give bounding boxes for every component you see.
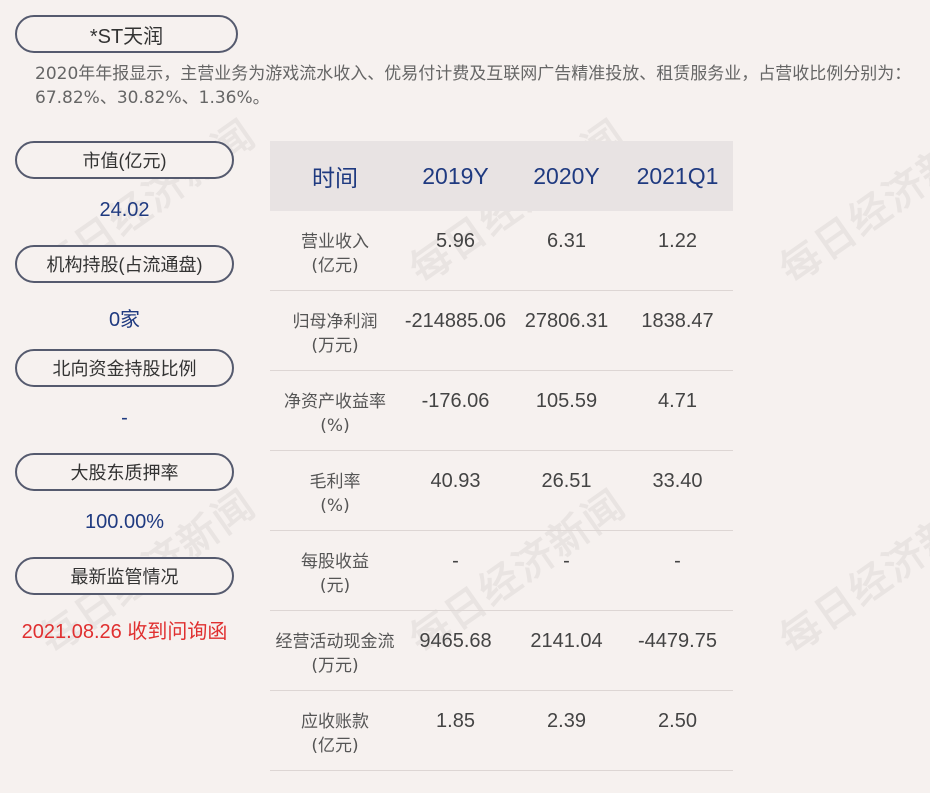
header-2019y: 2019Y xyxy=(422,162,489,189)
pledge-ratio-value: 100.00% xyxy=(85,511,164,533)
table-cell: 105.59 xyxy=(535,390,598,412)
row-metric-unit: (亿元) xyxy=(311,736,359,756)
table-cell: - xyxy=(674,550,681,572)
pledge-ratio-label: 大股东质押率 xyxy=(15,453,234,491)
row-label: 毛利率 (%) xyxy=(270,451,400,518)
regulatory-status-label: 最新监管情况 xyxy=(15,557,234,595)
row-metric-unit: (万元) xyxy=(311,336,359,356)
watermark: 每日经济新闻 xyxy=(771,481,930,664)
financial-table: 时间 2019Y 2020Y 2021Q1 营业收入 (亿元) 5.96 6.31 1.… xyxy=(270,141,733,771)
row-metric-name: 经营活动现金流 xyxy=(275,632,395,652)
table-cell: 5.96 xyxy=(436,230,475,252)
regulatory-status-value: 2021.08.26 收到问询函 xyxy=(21,621,228,643)
northbound-holding-label: 北向资金持股比例 xyxy=(15,349,234,387)
table-cell: - xyxy=(563,550,570,572)
row-metric-name: 毛利率 xyxy=(309,472,361,492)
table-cell: 1838.47 xyxy=(641,310,714,332)
stock-name-title: *ST天润 xyxy=(15,15,238,53)
row-metric-name: 归母净利润 xyxy=(292,312,378,332)
table-row: 归母净利润 (万元) -214885.06 27806.31 1838.47 xyxy=(270,291,733,371)
table-cell: 1.85 xyxy=(436,710,475,732)
row-label: 经营活动现金流 (万元) xyxy=(270,611,400,678)
table-cell: -176.06 xyxy=(421,390,490,412)
institutional-holding-value: 0家 xyxy=(108,309,141,331)
market-cap-value: 24.02 xyxy=(99,199,150,221)
row-metric-name: 每股收益 xyxy=(301,552,369,572)
table-row: 毛利率 (%) 40.93 26.51 33.40 xyxy=(270,451,733,531)
header-2020y: 2020Y xyxy=(533,162,600,189)
header-time: 时间 xyxy=(312,165,358,191)
table-cell: 2141.04 xyxy=(530,630,603,652)
business-summary: 2020年年报显示，主营业务为游戏流水收入、优易付计费及互联网广告精准投放、租赁… xyxy=(35,64,912,108)
table-cell: 40.93 xyxy=(430,470,481,492)
row-metric-name: 应收账款 xyxy=(301,712,369,732)
table-cell: 1.22 xyxy=(658,230,697,252)
row-metric-unit: (元) xyxy=(319,576,351,596)
table-cell: 26.51 xyxy=(541,470,592,492)
table-row: 营业收入 (亿元) 5.96 6.31 1.22 xyxy=(270,211,733,291)
table-row: 净资产收益率 (%) -176.06 105.59 4.71 xyxy=(270,371,733,451)
row-label: 每股收益 (元) xyxy=(270,531,400,598)
row-label: 净资产收益率 (%) xyxy=(270,371,400,438)
table-cell: 6.31 xyxy=(547,230,586,252)
table-cell: - xyxy=(452,550,459,572)
row-metric-unit: (%) xyxy=(320,416,350,436)
row-metric-unit: (万元) xyxy=(311,656,359,676)
table-row: 每股收益 (元) - - - xyxy=(270,531,733,611)
row-metric-name: 净资产收益率 xyxy=(284,392,386,412)
row-label: 应收账款 (亿元) xyxy=(270,691,400,758)
watermark: 每日经济新闻 xyxy=(771,111,930,294)
table-header: 时间 2019Y 2020Y 2021Q1 xyxy=(270,141,733,211)
row-metric-unit: (亿元) xyxy=(311,256,359,276)
table-row: 经营活动现金流 (万元) 9465.68 2141.04 -4479.75 xyxy=(270,611,733,691)
table-cell: -4479.75 xyxy=(638,630,717,652)
table-row: 应收账款 (亿元) 1.85 2.39 2.50 xyxy=(270,691,733,771)
institutional-holding-label: 机构持股(占流通盘) xyxy=(15,245,234,283)
table-cell: 2.50 xyxy=(658,710,697,732)
table-cell: 2.39 xyxy=(547,710,586,732)
header-2021q1: 2021Q1 xyxy=(636,162,719,189)
market-cap-label: 市值(亿元) xyxy=(15,141,234,179)
row-metric-unit: (%) xyxy=(320,496,350,516)
table-cell: 27806.31 xyxy=(524,310,609,332)
table-cell: 33.40 xyxy=(652,470,703,492)
northbound-holding-value: - xyxy=(121,407,128,429)
row-label: 营业收入 (亿元) xyxy=(270,211,400,278)
table-body: 营业收入 (亿元) 5.96 6.31 1.22 归母净利润 (万元) -214885.06 2… xyxy=(270,211,733,771)
table-cell: -214885.06 xyxy=(404,310,507,332)
row-label: 归母净利润 (万元) xyxy=(270,291,400,358)
table-cell: 9465.68 xyxy=(419,630,492,652)
row-metric-name: 营业收入 xyxy=(301,232,369,252)
table-cell: 4.71 xyxy=(658,390,697,412)
